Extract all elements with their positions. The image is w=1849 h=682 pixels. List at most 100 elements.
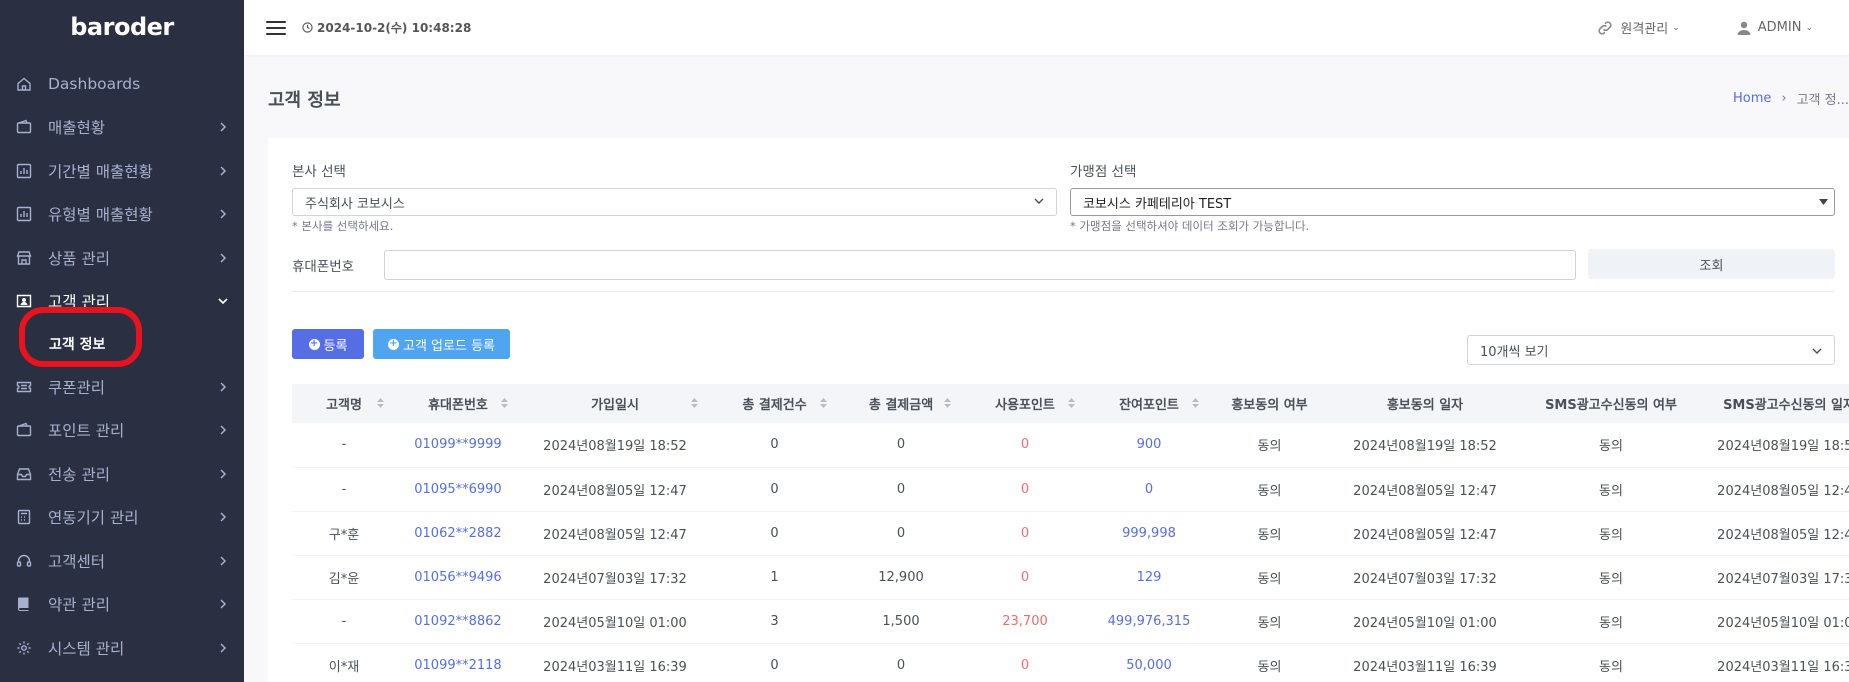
column-header[interactable]: 총 결제건수: [710, 384, 839, 423]
sidebar-item-type-sales[interactable]: 유형별 매출현황: [0, 193, 244, 237]
table-cell: 2024년08월05일 12:47: [520, 511, 710, 556]
sidebar-item-terms[interactable]: 약관 관리: [0, 583, 244, 627]
sort-icon: [944, 398, 951, 408]
table-cell: 동의: [1211, 423, 1328, 468]
table-cell: 2024년08월05일 12:47: [520, 467, 710, 512]
column-header: SMS광고수신동의 일자: [1700, 384, 1849, 423]
table-cell[interactable]: 01099**9999: [396, 423, 520, 468]
table-cell: 0: [839, 511, 963, 556]
sidebar-item-customers[interactable]: 고객 관리: [0, 280, 244, 324]
chevron-right-icon: [218, 253, 228, 263]
topbar-right: 원격관리 ⌄ ADMIN ⌄: [1596, 0, 1849, 55]
breadcrumb-home-link[interactable]: Home: [1733, 91, 1771, 106]
sidebar-item-coupons[interactable]: 쿠폰관리: [0, 365, 244, 409]
upload-customers-button[interactable]: + 고객 업로드 등록: [373, 329, 510, 359]
sidebar-item-points[interactable]: 포인트 관리: [0, 409, 244, 453]
table-cell[interactable]: 01062**2882: [396, 511, 520, 556]
sidebar-item-sales[interactable]: 매출현황: [0, 106, 244, 150]
table-cell: 0: [710, 511, 839, 556]
register-button[interactable]: + 등록: [292, 329, 364, 359]
menu-toggle-icon[interactable]: [266, 20, 286, 36]
store-select-value: 코보시스 카페테리아 TEST: [1083, 196, 1232, 212]
chevron-down-icon: [1812, 348, 1822, 354]
table-cell: 동의: [1211, 511, 1328, 556]
column-header[interactable]: 잔여포인트: [1087, 384, 1211, 423]
table-cell[interactable]: 01095**6990: [396, 467, 520, 512]
chevron-right-icon: [218, 469, 228, 479]
table-cell: 동의: [1211, 555, 1328, 600]
chevron-right-icon: [218, 556, 228, 566]
current-datetime: 2024-10-2(수) 10:48:28: [302, 19, 471, 36]
column-header[interactable]: 총 결제금액: [839, 384, 963, 423]
table-cell: 50,000: [1087, 643, 1211, 682]
table-cell[interactable]: 01056**9496: [396, 555, 520, 600]
table-cell: 2024년05월10일 01:00: [1700, 599, 1849, 644]
sort-icon: [1192, 398, 1199, 408]
chevron-right-icon: [218, 209, 228, 219]
sidebar-item-period-sales[interactable]: 기간별 매출현황: [0, 149, 244, 193]
store-select[interactable]: 코보시스 카페테리아 TEST: [1070, 188, 1835, 216]
topbar: 2024-10-2(수) 10:48:28 원격관리 ⌄ ADMIN ⌄: [244, 0, 1849, 55]
sidebar-item-label: 약관 관리: [48, 596, 110, 615]
hq-select[interactable]: 주식회사 코보시스: [292, 188, 1057, 216]
logo[interactable]: baroder: [0, 0, 244, 54]
register-button-label: 등록: [323, 338, 348, 354]
column-header[interactable]: 고객명: [292, 384, 396, 423]
sidebar-item-label: Dashboards: [48, 74, 141, 93]
chevron-right-icon: [218, 643, 228, 653]
table-cell: 2024년03월11일 16:39: [520, 643, 710, 682]
table-cell: 김*윤: [292, 555, 396, 600]
table-cell: 0: [710, 423, 839, 468]
sidebar-item-send[interactable]: 전송 관리: [0, 452, 244, 496]
sidebar-item-products[interactable]: 상품 관리: [0, 236, 244, 280]
book-icon: [16, 596, 32, 612]
sort-icon: [1068, 398, 1075, 408]
table-cell: -: [292, 599, 396, 644]
sidebar-item-label: 고객센터: [48, 552, 106, 571]
table-cell: 12,900: [839, 555, 963, 600]
column-header[interactable]: 휴대폰번호: [396, 384, 520, 423]
user-menu[interactable]: ADMIN ⌄: [1736, 20, 1813, 36]
table-cell[interactable]: 01092**8862: [396, 599, 520, 644]
sidebar-item-system[interactable]: 시스템 관리: [0, 626, 244, 670]
clock-icon: [302, 22, 313, 33]
sidebar-item-label: 쿠폰관리: [48, 378, 106, 397]
sidebar-item-support[interactable]: 고객센터: [0, 539, 244, 583]
table-cell: 0: [710, 467, 839, 512]
table-cell: 2024년05월10일 01:00: [1328, 599, 1522, 644]
sidebar-item-devices[interactable]: 연동기기 관리: [0, 496, 244, 540]
column-header: 홍보동의 일자: [1328, 384, 1522, 423]
table-cell: 동의: [1522, 467, 1700, 512]
sidebar: baroder Dashboards 매출현황 기간별 매출현황 유형별 매출현…: [0, 0, 244, 682]
sort-icon: [501, 398, 508, 408]
table-cell: 동의: [1211, 467, 1328, 512]
table-cell: 2024년08월19일 18:52: [1328, 423, 1522, 468]
page-size-select[interactable]: 10개씩 보기: [1467, 335, 1835, 365]
plus-circle-icon: +: [388, 338, 399, 350]
column-header[interactable]: 가입일시: [520, 384, 710, 423]
wallet-icon: [16, 422, 32, 438]
sort-icon: [820, 398, 827, 408]
table-cell[interactable]: 01099**2118: [396, 643, 520, 682]
remote-management-menu[interactable]: 원격관리 ⌄: [1596, 18, 1680, 37]
table-cell: 0: [963, 467, 1087, 512]
chevron-down-icon: [218, 296, 228, 306]
sidebar-item-dashboards[interactable]: Dashboards: [0, 62, 244, 106]
search-button[interactable]: 조회: [1588, 249, 1835, 279]
sidebar-subitem-customer-info[interactable]: 고객 정보: [0, 323, 244, 365]
hq-select-value: 주식회사 코보시스: [305, 196, 405, 212]
table-cell: 2024년07월03일 17:32: [1700, 555, 1849, 600]
phone-input[interactable]: [384, 250, 1576, 280]
table-row: 구*훈 01062**2882 2024년08월05일 12:47 0 0 0 999,99…: [292, 511, 1849, 556]
page-title: 고객 정보: [268, 90, 341, 111]
table-cell: 2024년07월03일 17:32: [520, 555, 710, 600]
chevron-right-icon: [218, 166, 228, 176]
customer-table: 고객명 휴대폰번호 가입일시 총 결제건수 총 결제금액 사용포인트 잔여포인트…: [292, 384, 1849, 682]
sidebar-menu: Dashboards 매출현황 기간별 매출현황 유형별 매출현황 상품 관리 …: [0, 62, 244, 670]
table-cell: 0: [963, 555, 1087, 600]
chevron-down-icon: ⌄: [1672, 22, 1680, 33]
table-cell: 2024년03월11일 16:39: [1700, 643, 1849, 682]
breadcrumb-separator-icon: ›: [1781, 91, 1787, 106]
column-header[interactable]: 사용포인트: [963, 384, 1087, 423]
sidebar-item-label: 전송 관리: [48, 465, 110, 484]
